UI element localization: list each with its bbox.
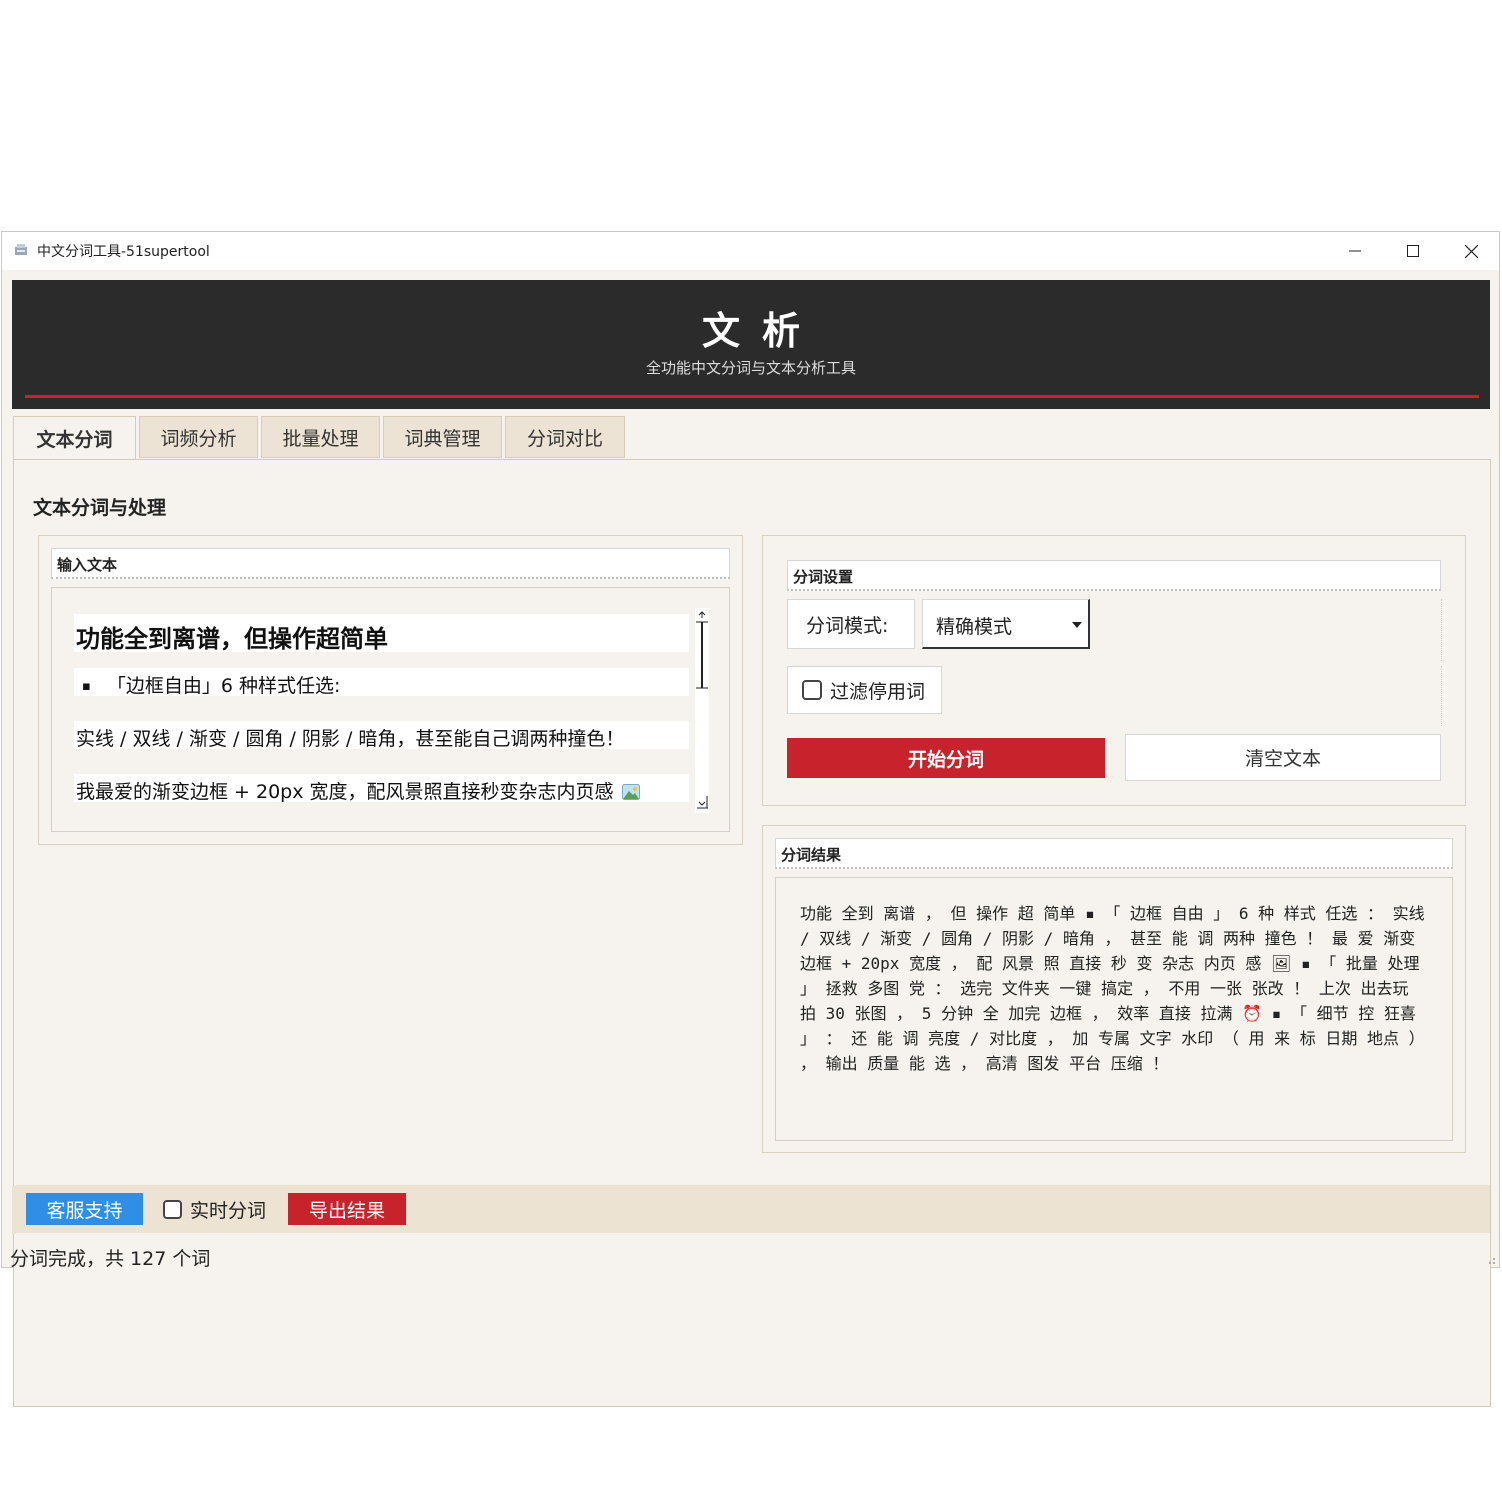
filter-stopwords-checkbox[interactable]: 过滤停用词 bbox=[787, 666, 942, 714]
export-button[interactable]: 导出结果 bbox=[288, 1193, 406, 1225]
tab-batch-processing[interactable]: 批量处理 bbox=[261, 416, 380, 458]
mode-select-value: 精确模式 bbox=[936, 616, 1013, 638]
maximize-button[interactable] bbox=[1384, 232, 1442, 270]
result-panel: 分词结果 功能 全到 离谱 ， 但 操作 超 简单 ▪ 「 边框 自由 」 6 … bbox=[762, 825, 1466, 1153]
result-text: 功能 全到 离谱 ， 但 操作 超 简单 ▪ 「 边框 自由 」 6 种 样式 … bbox=[800, 904, 1425, 1073]
input-textarea[interactable]: 功能全到离谱，但操作超简单 ▪ 「边框自由」6 种样式任选: 实线 / 双线 /… bbox=[51, 587, 730, 832]
title-bar: 中文分词工具-51supertool bbox=[2, 232, 1499, 270]
app-window: 中文分词工具-51supertool 文析 全功能中文分词与文本分析工具 文本分… bbox=[1, 231, 1500, 1407]
input-panel: 输入文本 功能全到离谱，但操作超简单 ▪ 「边框自由」6 种样式任选: 实线 /… bbox=[38, 535, 743, 845]
header-accent-line bbox=[25, 395, 1479, 398]
bullet-marker: ▪ bbox=[82, 679, 91, 694]
input-line-2: 我最爱的渐变边框 + 20px 宽度，配风景照直接秒变杂志内页感 bbox=[74, 774, 689, 803]
input-line-1: 实线 / 双线 / 渐变 / 圆角 / 阴影 / 暗角，甚至能自己调两种撞色！ bbox=[74, 721, 689, 750]
status-bar-text: 分词完成，共 127 个词 bbox=[10, 1248, 211, 1270]
mode-select[interactable]: 精确模式 bbox=[922, 599, 1090, 649]
start-segmentation-button[interactable]: 开始分词 bbox=[787, 738, 1105, 778]
realtime-checkbox-box[interactable] bbox=[163, 1199, 182, 1219]
chevron-down-icon bbox=[1072, 622, 1082, 628]
clear-text-button[interactable]: 清空文本 bbox=[1125, 734, 1441, 781]
bullet-text: 「边框自由」6 种样式任选: bbox=[106, 675, 341, 697]
scrollbar-graphic bbox=[696, 611, 708, 809]
tab-segmentation-compare[interactable]: 分词对比 bbox=[505, 416, 625, 458]
app-name: 文析 bbox=[701, 309, 822, 353]
support-button[interactable]: 客服支持 bbox=[26, 1193, 143, 1225]
maximize-icon bbox=[1407, 245, 1419, 257]
filter-row: 过滤停用词 bbox=[787, 666, 1442, 726]
input-heading: 功能全到离谱，但操作超简单 bbox=[74, 614, 689, 653]
tab-text-segmentation[interactable]: 文本分词 bbox=[13, 416, 136, 460]
mode-label: 分词模式: bbox=[787, 599, 915, 649]
minimize-button[interactable] bbox=[1326, 232, 1384, 270]
realtime-checkbox-label: 实时分词 bbox=[190, 1199, 267, 1222]
settings-label: 分词设置 bbox=[787, 560, 1441, 591]
resize-grip-icon[interactable] bbox=[1486, 1255, 1496, 1265]
filter-checkbox-box[interactable] bbox=[802, 680, 822, 700]
app-icon bbox=[15, 244, 27, 255]
settings-panel: 分词设置 分词模式: 精确模式 过滤停用词 开始分词 清空文本 bbox=[762, 535, 1466, 806]
tab-frequency-analysis[interactable]: 词频分析 bbox=[139, 416, 258, 458]
input-scrollbar[interactable] bbox=[695, 608, 709, 813]
close-icon bbox=[1464, 244, 1478, 258]
realtime-checkbox[interactable]: 实时分词 bbox=[163, 1193, 266, 1225]
input-bullet-line: ▪ 「边框自由」6 种样式任选: bbox=[74, 668, 689, 697]
footer-bar: 客服支持 实时分词 导出结果 bbox=[12, 1185, 1490, 1233]
filter-checkbox-label: 过滤停用词 bbox=[830, 680, 926, 703]
input-label: 输入文本 bbox=[51, 548, 730, 579]
mode-row: 分词模式: 精确模式 bbox=[787, 599, 1442, 661]
close-button[interactable] bbox=[1442, 232, 1500, 270]
app-header: 文析 全功能中文分词与文本分析工具 bbox=[12, 280, 1490, 409]
tab-dictionary-management[interactable]: 词典管理 bbox=[383, 416, 502, 458]
input-line-2-text: 我最爱的渐变边框 + 20px 宽度，配风景照直接秒变杂志内页感 bbox=[76, 781, 614, 803]
landscape-image-icon bbox=[621, 784, 640, 800]
result-label: 分词结果 bbox=[775, 838, 1453, 869]
result-textarea[interactable]: 功能 全到 离谱 ， 但 操作 超 简单 ▪ 「 边框 自由 」 6 种 样式 … bbox=[775, 877, 1453, 1141]
window-title: 中文分词工具-51supertool bbox=[37, 244, 210, 260]
app-subtitle: 全功能中文分词与文本分析工具 bbox=[645, 359, 856, 377]
section-title: 文本分词与处理 bbox=[33, 497, 167, 519]
minimize-icon bbox=[1349, 250, 1361, 252]
